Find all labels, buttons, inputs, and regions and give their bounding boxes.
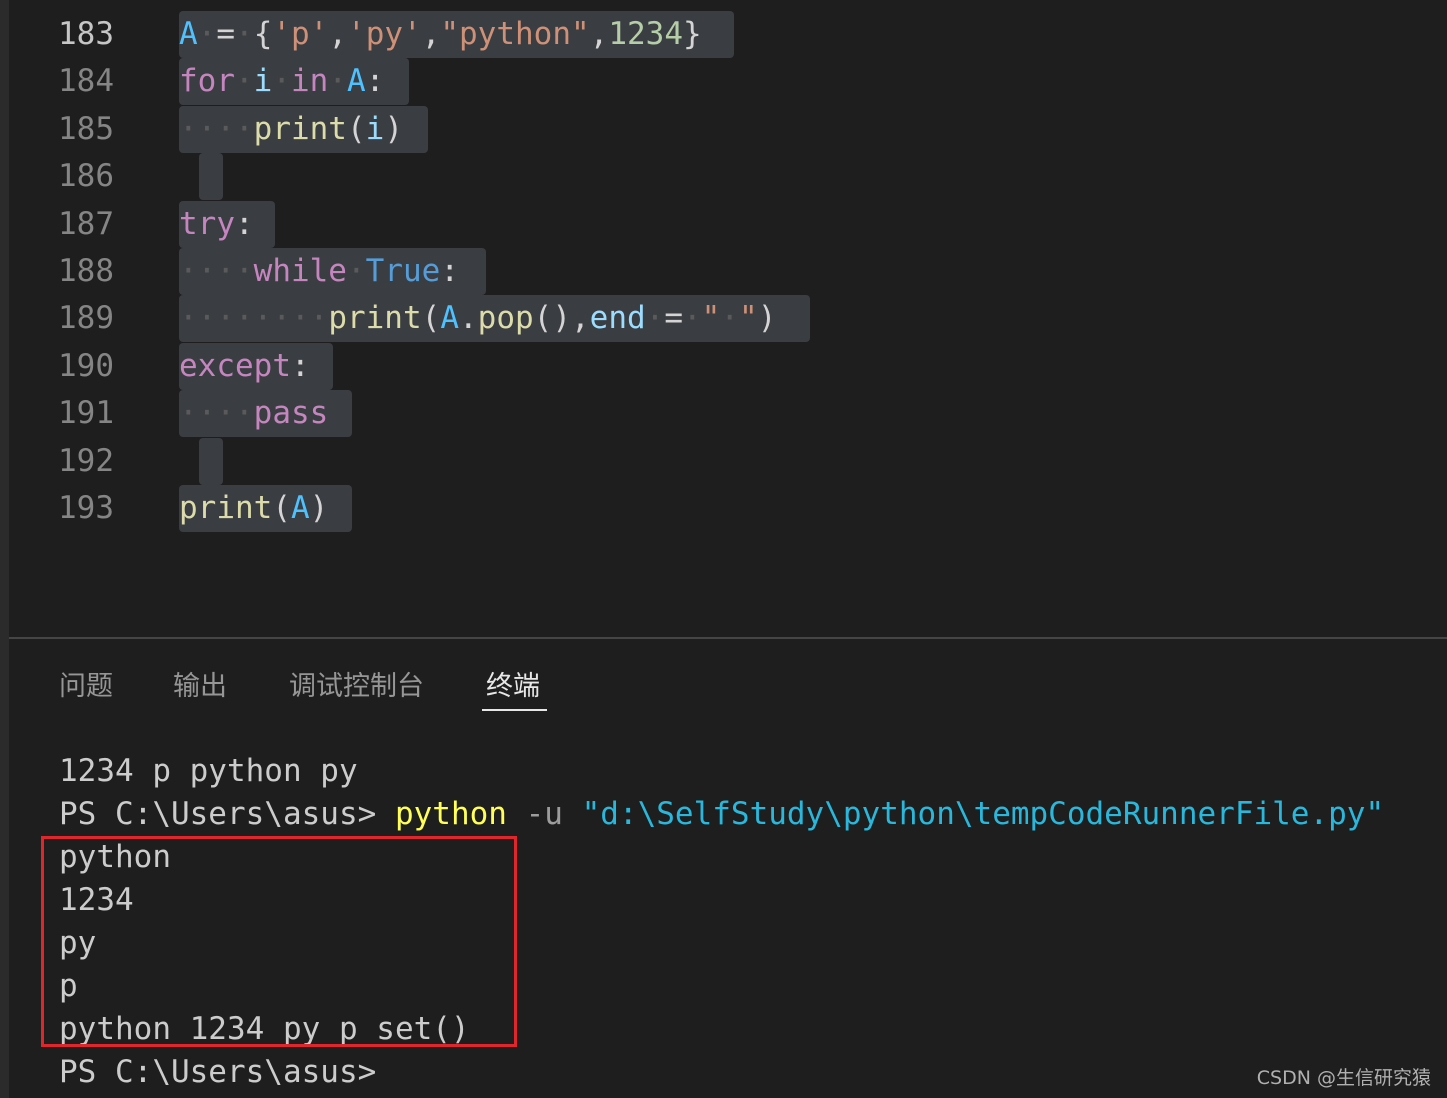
watermark: CSDN @生信研究猿: [1256, 1067, 1431, 1089]
code-text: A·=·{'p','py',"python",1234}: [179, 16, 702, 52]
code-text: ····pass: [179, 395, 329, 432]
code-text: except:: [179, 347, 310, 384]
line-number: 188: [58, 253, 114, 289]
line-number: 185: [58, 110, 114, 147]
terminal-prompt: PS C:\Users\asus>: [59, 796, 395, 832]
code-line[interactable]: 188 ····while·True:: [9, 248, 1447, 295]
terminal-command: python: [394, 796, 507, 832]
terminal-param: -u: [506, 796, 582, 832]
tab-debug-console[interactable]: 调试控制台: [289, 667, 424, 707]
code-line[interactable]: 189 ········print(A.pop(),end·=·"·"): [9, 295, 1447, 343]
active-tab-indicator: [482, 709, 547, 711]
selection-highlight: [199, 153, 223, 201]
code-text: print(A): [179, 490, 329, 526]
selection-highlight: [199, 437, 223, 485]
code-line[interactable]: 193 print(A): [9, 485, 1447, 532]
line-number: 189: [58, 300, 114, 337]
line-number: 184: [58, 63, 114, 100]
code-editor[interactable]: 183 A·=·{'p','py',"python",1234} 184 for·i·…: [9, 0, 1447, 638]
line-number: 187: [58, 205, 114, 242]
code-line[interactable]: 191 ····pass: [9, 390, 1447, 438]
terminal-output-line: 1234 p python py: [59, 753, 358, 789]
code-line[interactable]: 183 A·=·{'p','py',"python",1234}: [9, 11, 1447, 58]
code-line[interactable]: 190 except:: [9, 342, 1447, 390]
terminal-path: "d:\SelfStudy\python\tempCodeRunnerFile.…: [581, 796, 1385, 832]
line-number: 191: [58, 395, 114, 432]
code-line[interactable]: 186: [9, 153, 1447, 201]
code-text: try:: [179, 205, 254, 242]
code-text: ········print(A.pop(),end·=·"·"): [179, 300, 777, 337]
tab-output[interactable]: 输出: [173, 667, 227, 707]
tab-terminal[interactable]: 终端: [486, 667, 540, 707]
line-number: 192: [58, 442, 114, 479]
line-number: 183: [58, 16, 114, 52]
line-number: 190: [58, 347, 114, 384]
line-number: 186: [58, 158, 114, 195]
code-line[interactable]: 184 for·i·in·A:: [9, 58, 1447, 106]
line-number: 193: [58, 490, 114, 526]
code-text: for·i·in·A:: [179, 63, 385, 100]
code-text: ····print(i): [179, 110, 403, 147]
code-text: ····while·True:: [179, 253, 459, 289]
highlight-box: [41, 836, 517, 1047]
terminal-command-line: PS C:\Users\asus> python -u "d:\SelfStud…: [59, 793, 1384, 836]
code-line[interactable]: 187 try:: [9, 200, 1447, 248]
left-gutter-strip: [0, 0, 9, 1098]
tab-problems[interactable]: 问题: [59, 667, 113, 707]
code-line[interactable]: 192: [9, 437, 1447, 485]
terminal-prompt-line: PS C:\Users\asus>: [59, 1054, 377, 1090]
code-line[interactable]: 185 ····print(i): [9, 105, 1447, 153]
